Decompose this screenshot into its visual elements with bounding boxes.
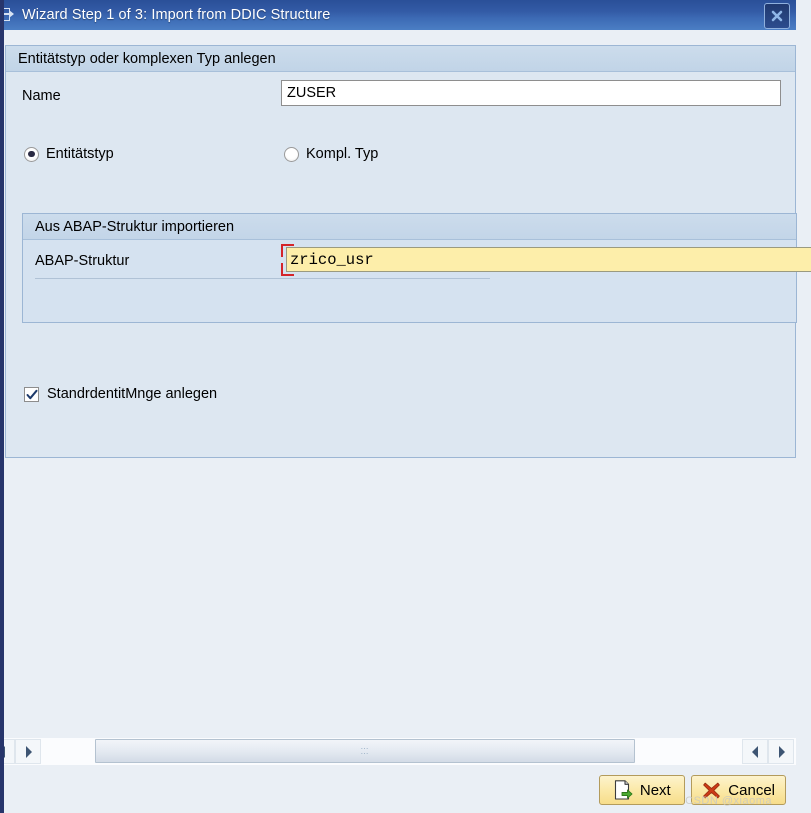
close-button[interactable]: [764, 3, 790, 29]
window-title: Wizard Step 1 of 3: Import from DDIC Str…: [22, 7, 331, 23]
name-row: Name: [6, 80, 795, 116]
radio-kompl-typ[interactable]: Kompl. Typ: [284, 146, 378, 162]
abap-import-panel-header: Aus ABAP-Struktur importieren: [23, 214, 796, 240]
radio-entitaetstyp-label: Entitätstyp: [46, 146, 114, 162]
arrow-right-icon: [25, 745, 32, 758]
radio-unselected-icon: [284, 146, 299, 162]
red-x-icon: [703, 782, 721, 798]
arrow-left-icon: [4, 745, 5, 758]
scrollbar-thumb[interactable]: ⋯ ⋯: [95, 739, 635, 763]
cancel-button-label: Cancel: [728, 781, 775, 799]
abap-struktur-input[interactable]: [286, 247, 811, 272]
radio-entitaetstyp[interactable]: Entitätstyp: [24, 146, 114, 162]
arrow-right-icon: [778, 745, 785, 758]
abap-struktur-label: ABAP-Struktur: [35, 253, 130, 269]
next-button-label: Next: [639, 781, 671, 799]
radio-kompl-typ-label: Kompl. Typ: [306, 146, 379, 162]
scroll-left-button-start[interactable]: [4, 739, 15, 764]
close-icon: [771, 10, 783, 22]
scroll-right-button-end[interactable]: [768, 739, 794, 764]
type-radio-group: Entitätstyp Kompl. Typ: [6, 146, 795, 174]
default-entityset-checkbox[interactable]: StandrdentitMnge anlegen: [24, 386, 217, 402]
radio-selected-icon: [24, 146, 39, 162]
wizard-window: Wizard Step 1 of 3: Import from DDIC Str…: [0, 0, 811, 813]
abap-field-underline: [35, 278, 490, 279]
dialog-content: Entitätstyp oder komplexen Typ anlegen N…: [4, 30, 811, 813]
name-label: Name: [22, 88, 61, 104]
abap-import-panel: Aus ABAP-Struktur importieren ABAP-Struk…: [22, 213, 811, 323]
wizard-window-icon: [4, 8, 15, 22]
entity-type-panel: Entitätstyp oder komplexen Typ anlegen N…: [5, 45, 811, 458]
entity-type-panel-header: Entitätstyp oder komplexen Typ anlegen: [6, 46, 795, 72]
scroll-left-button-end[interactable]: [742, 739, 768, 764]
checkbox-checked-icon: [24, 386, 39, 402]
scrollbar-right-arrows: [742, 739, 794, 764]
dialog-button-bar: Next Cancel: [599, 775, 786, 805]
next-button[interactable]: Next: [599, 775, 686, 805]
default-entityset-checkbox-label: StandrdentitMnge anlegen: [47, 386, 218, 402]
name-input[interactable]: [281, 80, 781, 106]
scroll-right-button-start[interactable]: [15, 739, 41, 764]
window-title-bar: Wizard Step 1 of 3: Import from DDIC Str…: [4, 0, 796, 30]
scrollbar-grip-icon: ⋯ ⋯: [360, 744, 370, 758]
scrollbar-track[interactable]: ⋯ ⋯: [43, 739, 740, 764]
document-next-icon: [614, 780, 633, 800]
arrow-left-icon: [751, 745, 758, 758]
abap-struktur-field-wrapper: [281, 244, 811, 276]
cancel-button[interactable]: Cancel: [691, 775, 786, 805]
horizontal-scrollbar[interactable]: ⋯ ⋯: [4, 738, 796, 765]
